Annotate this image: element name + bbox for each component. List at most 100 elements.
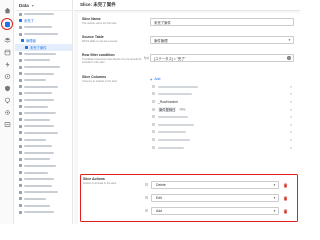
slice-action-select[interactable]: Delete ▼ <box>151 181 279 189</box>
manage-icon[interactable] <box>3 120 11 128</box>
tree-item[interactable] <box>15 57 72 64</box>
slice-columns-list: + Add × × _RowNumber × 案件登録日 Key × × × × × × <box>150 75 294 151</box>
tree-item[interactable] <box>15 11 72 18</box>
column-row[interactable]: × <box>150 83 294 91</box>
table-icon <box>19 12 22 16</box>
drag-handle-icon[interactable] <box>152 145 155 150</box>
column-row[interactable]: × <box>150 113 294 121</box>
source-table-select[interactable]: 案件管理 ▼ <box>150 36 294 44</box>
home-icon[interactable] <box>3 6 11 14</box>
tree-item[interactable] <box>15 84 72 91</box>
remove-icon[interactable]: × <box>290 123 292 127</box>
delete-icon[interactable] <box>282 182 288 188</box>
table-icon <box>19 131 22 135</box>
function-icon[interactable]: f(x) <box>144 56 149 60</box>
slice-name-input[interactable]: 未完了案件 <box>150 18 294 26</box>
add-column-button[interactable]: + Add <box>150 75 294 83</box>
tree-item[interactable] <box>15 182 72 189</box>
tree-item[interactable] <box>15 149 72 156</box>
table-icon <box>19 177 22 181</box>
tree-item[interactable] <box>15 103 72 110</box>
column-name: _RowNumber <box>158 99 179 104</box>
drag-handle-icon[interactable] <box>145 196 148 200</box>
table-icon <box>19 111 22 115</box>
redacted-label <box>24 105 48 108</box>
slice-action-select[interactable]: Add ▼ <box>151 207 279 215</box>
column-row[interactable]: 案件登録日 Key × <box>150 106 294 114</box>
column-row[interactable]: × <box>150 136 294 144</box>
drag-handle-icon[interactable] <box>145 183 148 187</box>
column-row[interactable]: × <box>150 144 294 152</box>
column-row[interactable]: × <box>150 91 294 99</box>
tree-item[interactable] <box>15 130 72 137</box>
delete-icon[interactable] <box>282 208 288 214</box>
drag-handle-icon[interactable] <box>152 115 155 120</box>
drag-handle-icon[interactable] <box>152 130 155 135</box>
remove-icon[interactable]: × <box>290 85 292 89</box>
tree-item[interactable] <box>15 143 72 150</box>
table-icon <box>19 78 22 82</box>
tree-item[interactable] <box>15 117 72 124</box>
tree-item[interactable] <box>15 163 72 170</box>
actions-icon[interactable] <box>3 60 11 68</box>
remove-icon[interactable]: × <box>290 146 292 150</box>
security-icon[interactable] <box>3 84 11 92</box>
tree-item[interactable] <box>15 156 72 163</box>
delete-icon[interactable] <box>282 195 288 201</box>
automation-icon[interactable] <box>3 72 11 80</box>
data-icon[interactable] <box>3 20 11 28</box>
drag-handle-icon[interactable] <box>152 137 155 142</box>
tree-item[interactable] <box>15 202 72 209</box>
row-filter-input[interactable]: [ステータス] = "完了" × <box>150 54 294 62</box>
drag-handle-icon[interactable] <box>152 99 155 104</box>
tree-item[interactable] <box>15 136 72 143</box>
tree-item[interactable] <box>15 176 72 183</box>
remove-icon[interactable]: × <box>290 115 292 119</box>
drag-handle-icon[interactable] <box>145 209 148 213</box>
layers-icon[interactable] <box>3 36 11 44</box>
tree-item[interactable] <box>15 169 72 176</box>
tree-item[interactable]: 管理者 <box>15 37 72 44</box>
redacted-label <box>24 171 48 174</box>
slice-actions-label-group: Slice Actions Actions to include in the … <box>83 177 116 185</box>
tree-item[interactable] <box>15 196 72 203</box>
table-icon <box>19 105 22 109</box>
slice-actions-label: Slice Actions <box>83 177 105 181</box>
column-row[interactable]: × <box>150 129 294 137</box>
redacted-label <box>24 52 56 55</box>
tree-item[interactable] <box>15 51 72 58</box>
remove-icon[interactable]: × <box>290 138 292 142</box>
intelligence-icon[interactable] <box>3 96 11 104</box>
drag-handle-icon[interactable] <box>152 122 155 127</box>
tree-item[interactable] <box>15 77 72 84</box>
views-icon[interactable] <box>3 48 11 56</box>
redacted-label <box>24 13 54 16</box>
tree-item[interactable] <box>15 90 72 97</box>
tree-item[interactable] <box>15 209 72 216</box>
slice-columns-label: Slice Columns <box>82 75 107 79</box>
remove-icon[interactable]: × <box>290 100 292 104</box>
clear-icon[interactable]: × <box>287 56 291 60</box>
tree-item[interactable] <box>15 110 72 117</box>
tree-item[interactable] <box>15 64 72 71</box>
tree-item[interactable] <box>15 189 72 196</box>
tree-item[interactable] <box>15 24 72 31</box>
column-name: 案件登録日 <box>158 107 177 113</box>
drag-handle-icon[interactable] <box>152 84 155 89</box>
drag-handle-icon[interactable] <box>152 92 155 97</box>
column-row[interactable]: _RowNumber × <box>150 98 294 106</box>
tree-item[interactable] <box>15 70 72 77</box>
chevron-down-icon[interactable]: ▾ <box>32 3 34 8</box>
tree-item[interactable] <box>15 123 72 130</box>
tree-item[interactable]: 未完了 <box>15 18 72 25</box>
tree-item[interactable]: 未完了案件 <box>15 43 72 51</box>
slice-action-select[interactable]: Edit ▼ <box>151 194 279 202</box>
tree-item[interactable] <box>15 97 72 104</box>
drag-handle-icon[interactable] <box>152 107 155 112</box>
remove-icon[interactable]: × <box>290 92 292 96</box>
column-row[interactable]: × <box>150 121 294 129</box>
tree-item[interactable] <box>15 31 72 38</box>
remove-icon[interactable]: × <box>290 130 292 134</box>
remove-icon[interactable]: × <box>290 108 292 112</box>
settings-icon[interactable] <box>3 108 11 116</box>
